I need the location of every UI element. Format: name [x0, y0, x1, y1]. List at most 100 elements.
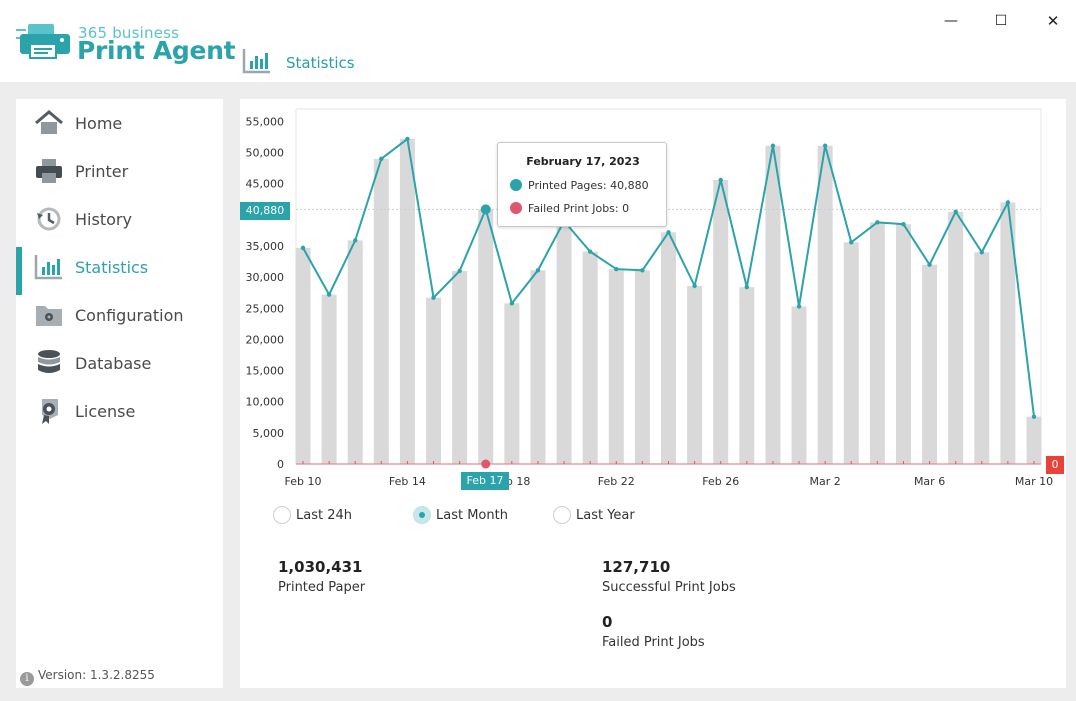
- version-text: Version: 1.3.2.8255: [38, 668, 155, 682]
- chart-bar: [399, 138, 415, 464]
- printed-pages-point: [1031, 414, 1037, 419]
- printed-pages-point: [1005, 200, 1011, 205]
- chart-bar: [608, 269, 624, 464]
- active-indicator: [16, 247, 22, 295]
- stat-label: Failed Print Jobs: [602, 635, 705, 650]
- sidebar-item-license[interactable]: License: [16, 391, 223, 431]
- printed-pages-point: [718, 177, 723, 183]
- x-tick-label: Feb 22: [598, 475, 635, 488]
- tooltip-failed-text: Failed Print Jobs: 0: [528, 202, 630, 215]
- crosshair-x-label: Feb 17: [461, 472, 509, 490]
- chart-bar: [478, 209, 494, 464]
- printed-pages-point: [535, 268, 541, 273]
- sidebar-item-configuration[interactable]: Configuration: [16, 295, 223, 335]
- sidebar-item-database[interactable]: Database: [16, 343, 223, 383]
- y-tick-label: 0: [277, 458, 284, 471]
- radio-label: Last Month: [436, 508, 508, 523]
- printed-pages-point: [480, 204, 491, 215]
- printed-pages-point: [901, 222, 906, 227]
- sidebar-item-label: License: [75, 402, 136, 421]
- stat-value: 127,710: [602, 558, 671, 576]
- chart-tooltip: February 17, 2023 Printed Pages: 40,880 …: [497, 142, 667, 227]
- tooltip-title: February 17, 2023: [526, 155, 640, 168]
- printed-pages-point: [509, 301, 515, 306]
- chart-bar: [739, 287, 755, 464]
- stat-printed-paper: 1,030,431 Printed Paper: [278, 558, 365, 595]
- chart-bar: [895, 224, 911, 464]
- brand-name: Print Agent: [77, 36, 236, 65]
- stat-value: 0: [602, 613, 613, 631]
- printed-pages-point: [640, 268, 645, 273]
- radio-label: Last 24h: [296, 508, 352, 523]
- crosshair-y-label: 40,880: [240, 202, 290, 220]
- printed-pages-point: [770, 143, 776, 148]
- sidebar-item-label: Home: [75, 114, 123, 133]
- radio-circle: [553, 506, 571, 524]
- printed-pages-point: [927, 262, 932, 267]
- chart-bar: [504, 303, 520, 464]
- title-bar: 365 business Print Agent Statistics — ☐ …: [0, 0, 1076, 82]
- minimize-button[interactable]: —: [940, 10, 962, 32]
- printed-pages-point: [979, 250, 984, 255]
- page-title: Statistics: [286, 54, 355, 72]
- printed-pages-point: [849, 240, 854, 245]
- y-tick-label: 15,000: [246, 365, 285, 378]
- folder-gear-icon: [36, 306, 62, 326]
- chart-bar: [321, 294, 337, 464]
- chart-bar: [530, 270, 546, 464]
- x-tick-label: Feb 26: [702, 475, 739, 488]
- chart-bar: [634, 270, 650, 464]
- y-tick-label: 35,000: [246, 240, 285, 253]
- app-window: 365 business Print Agent Statistics — ☐ …: [0, 0, 1076, 701]
- x-tick-label: Mar 6: [914, 475, 945, 488]
- chart-bar: [713, 180, 729, 464]
- chart-bar: [817, 145, 833, 464]
- printed-pages-point: [379, 156, 384, 162]
- sidebar: Home Printer History Statistics Configur…: [16, 99, 223, 688]
- maximize-button[interactable]: ☐: [990, 10, 1012, 32]
- history-icon: [37, 207, 61, 231]
- chart-bar: [1026, 416, 1042, 464]
- close-button[interactable]: ✕: [1042, 10, 1064, 32]
- radio-circle: [273, 506, 291, 524]
- printed-pages-point: [405, 136, 410, 142]
- radio-label: Last Year: [576, 508, 635, 523]
- printed-pages-point: [431, 295, 436, 300]
- printer-icon: [36, 159, 62, 183]
- chart-bar: [373, 158, 389, 464]
- y-tick-label: 10,000: [246, 396, 285, 409]
- printed-pages-point: [822, 143, 828, 148]
- y-tick-label: 25,000: [246, 302, 285, 315]
- y-tick-label: 20,000: [246, 333, 285, 346]
- sidebar-item-home[interactable]: Home: [16, 103, 223, 143]
- sidebar-item-label: Configuration: [75, 306, 184, 325]
- sidebar-item-label: History: [75, 210, 132, 229]
- printed-pages-point: [744, 284, 750, 290]
- chart-bar: [582, 251, 598, 464]
- printed-pages-point: [614, 266, 619, 272]
- sidebar-item-statistics[interactable]: Statistics: [16, 247, 223, 295]
- x-tick-label: Mar 10: [1015, 475, 1053, 488]
- legend-dot-printed: [510, 179, 522, 191]
- statistics-icon: [34, 255, 62, 280]
- chart-bar: [974, 252, 990, 464]
- sidebar-item-history[interactable]: History: [16, 199, 223, 239]
- chart-bar: [426, 297, 442, 464]
- printed-pages-point: [300, 245, 306, 251]
- tooltip-printed-row: Printed Pages: 40,880: [510, 179, 649, 192]
- printed-pages-point: [326, 292, 332, 297]
- home-icon: [35, 110, 63, 134]
- chart-bar: [556, 221, 572, 464]
- tooltip-failed-row: Failed Print Jobs: 0: [510, 202, 629, 215]
- x-tick-label: Mar 2: [810, 475, 841, 488]
- chart-bar: [948, 211, 964, 464]
- y-tick-label: 50,000: [246, 147, 285, 160]
- chart-bar: [295, 247, 311, 464]
- chart-bar: [843, 242, 859, 464]
- failed-jobs-highlight: [481, 459, 491, 469]
- y-tick-label: 5,000: [253, 427, 285, 440]
- chart-bar: [687, 285, 703, 464]
- sidebar-item-label: Printer: [75, 162, 129, 181]
- sidebar-item-printer[interactable]: Printer: [16, 151, 223, 191]
- statistics-panel: 55,00050,00045,00040,00035,00030,00025,0…: [240, 99, 1066, 688]
